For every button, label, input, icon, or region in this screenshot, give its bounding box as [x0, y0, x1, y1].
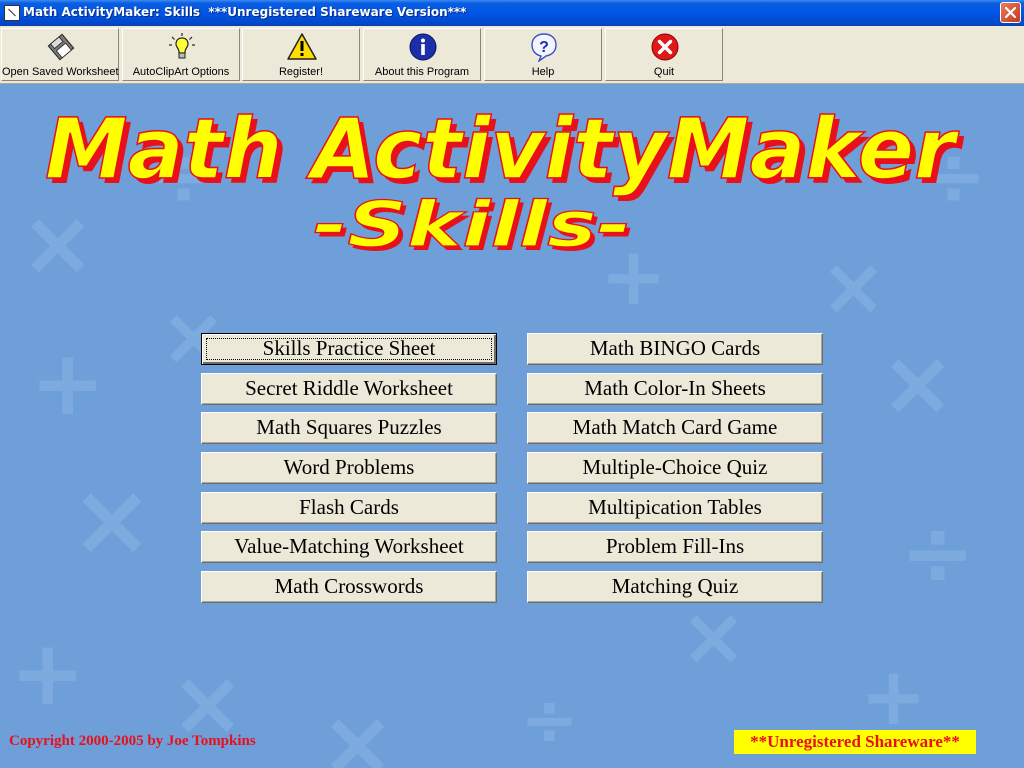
floppy-disk-icon — [47, 33, 75, 61]
app-logo: Math ActivityMaker Math ActivityMaker -S… — [44, 99, 964, 265]
math-bingo-cards-button[interactable]: Math BINGO Cards — [527, 333, 823, 365]
title-bar[interactable]: Math ActivityMaker: Skills ***Unregister… — [0, 0, 1024, 26]
window-title: Math ActivityMaker: Skills ***Unregister… — [23, 5, 467, 19]
svg-text:÷: ÷ — [520, 679, 579, 761]
secret-riddle-worksheet-button[interactable]: Secret Riddle Worksheet — [201, 373, 497, 405]
register-button[interactable]: Register! — [242, 28, 360, 81]
math-color-in-sheets-button[interactable]: Math Color-In Sheets — [527, 373, 823, 405]
unregistered-badge: **Unregistered Shareware** — [734, 730, 976, 754]
light-bulb-icon — [169, 33, 195, 59]
svg-text:×: × — [680, 590, 747, 683]
warning-icon — [287, 33, 317, 60]
autoclipart-options-label: AutoClipArt Options — [132, 66, 230, 78]
close-icon — [1005, 7, 1016, 18]
copyright-text: Copyright 2000-2005 by Joe Tompkins — [9, 733, 256, 749]
svg-text:×: × — [320, 691, 395, 768]
flash-cards-button[interactable]: Flash Cards — [201, 492, 497, 524]
toolbar: Open Saved Worksheet AutoClipArt Options — [0, 26, 1024, 84]
quit-label: Quit — [653, 66, 675, 78]
about-program-label: About this Program — [374, 66, 470, 78]
open-saved-worksheet-button[interactable]: Open Saved Worksheet — [1, 28, 119, 81]
open-saved-worksheet-label: Open Saved Worksheet — [2, 66, 119, 78]
multiplication-tables-button[interactable]: Multipication Tables — [527, 492, 823, 524]
math-match-card-game-button[interactable]: Math Match Card Game — [527, 412, 823, 444]
help-button[interactable]: ? Help — [484, 28, 602, 81]
svg-text:÷: ÷ — [900, 501, 975, 606]
close-button[interactable] — [1000, 2, 1021, 23]
svg-text:×: × — [880, 331, 955, 436]
math-squares-puzzles-button[interactable]: Math Squares Puzzles — [201, 412, 497, 444]
app-icon — [4, 5, 20, 21]
math-crosswords-button[interactable]: Math Crosswords — [201, 571, 497, 603]
register-label: Register! — [278, 66, 324, 78]
svg-text:×: × — [70, 461, 154, 578]
app-window: Math ActivityMaker: Skills ***Unregister… — [0, 0, 1024, 768]
svg-text:?: ? — [539, 39, 549, 56]
skills-practice-sheet-button[interactable]: Skills Practice Sheet — [201, 333, 497, 365]
help-label: Help — [531, 66, 555, 78]
problem-fill-ins-button[interactable]: Problem Fill-Ins — [527, 531, 823, 563]
quit-button[interactable]: Quit — [605, 28, 723, 81]
autoclipart-options-button[interactable]: AutoClipArt Options — [122, 28, 240, 81]
value-matching-worksheet-button[interactable]: Value-Matching Worksheet — [201, 531, 497, 563]
multiple-choice-quiz-button[interactable]: Multiple-Choice Quiz — [527, 452, 823, 484]
info-icon — [409, 33, 437, 61]
help-icon: ? — [531, 33, 557, 62]
about-program-button[interactable]: About this Program — [363, 28, 481, 81]
logo-title: Math ActivityMaker — [45, 100, 960, 198]
matching-quiz-button[interactable]: Matching Quiz — [527, 571, 823, 603]
svg-text:+: + — [10, 621, 85, 726]
logo-subtitle: -Skills- — [313, 188, 631, 261]
word-problems-button[interactable]: Word Problems — [201, 452, 497, 484]
main-area: × + × + ÷ × × × + × × × ÷ + ÷ ÷ Math Act… — [0, 84, 1024, 768]
quit-icon — [651, 33, 679, 61]
svg-text:+: + — [30, 331, 105, 436]
